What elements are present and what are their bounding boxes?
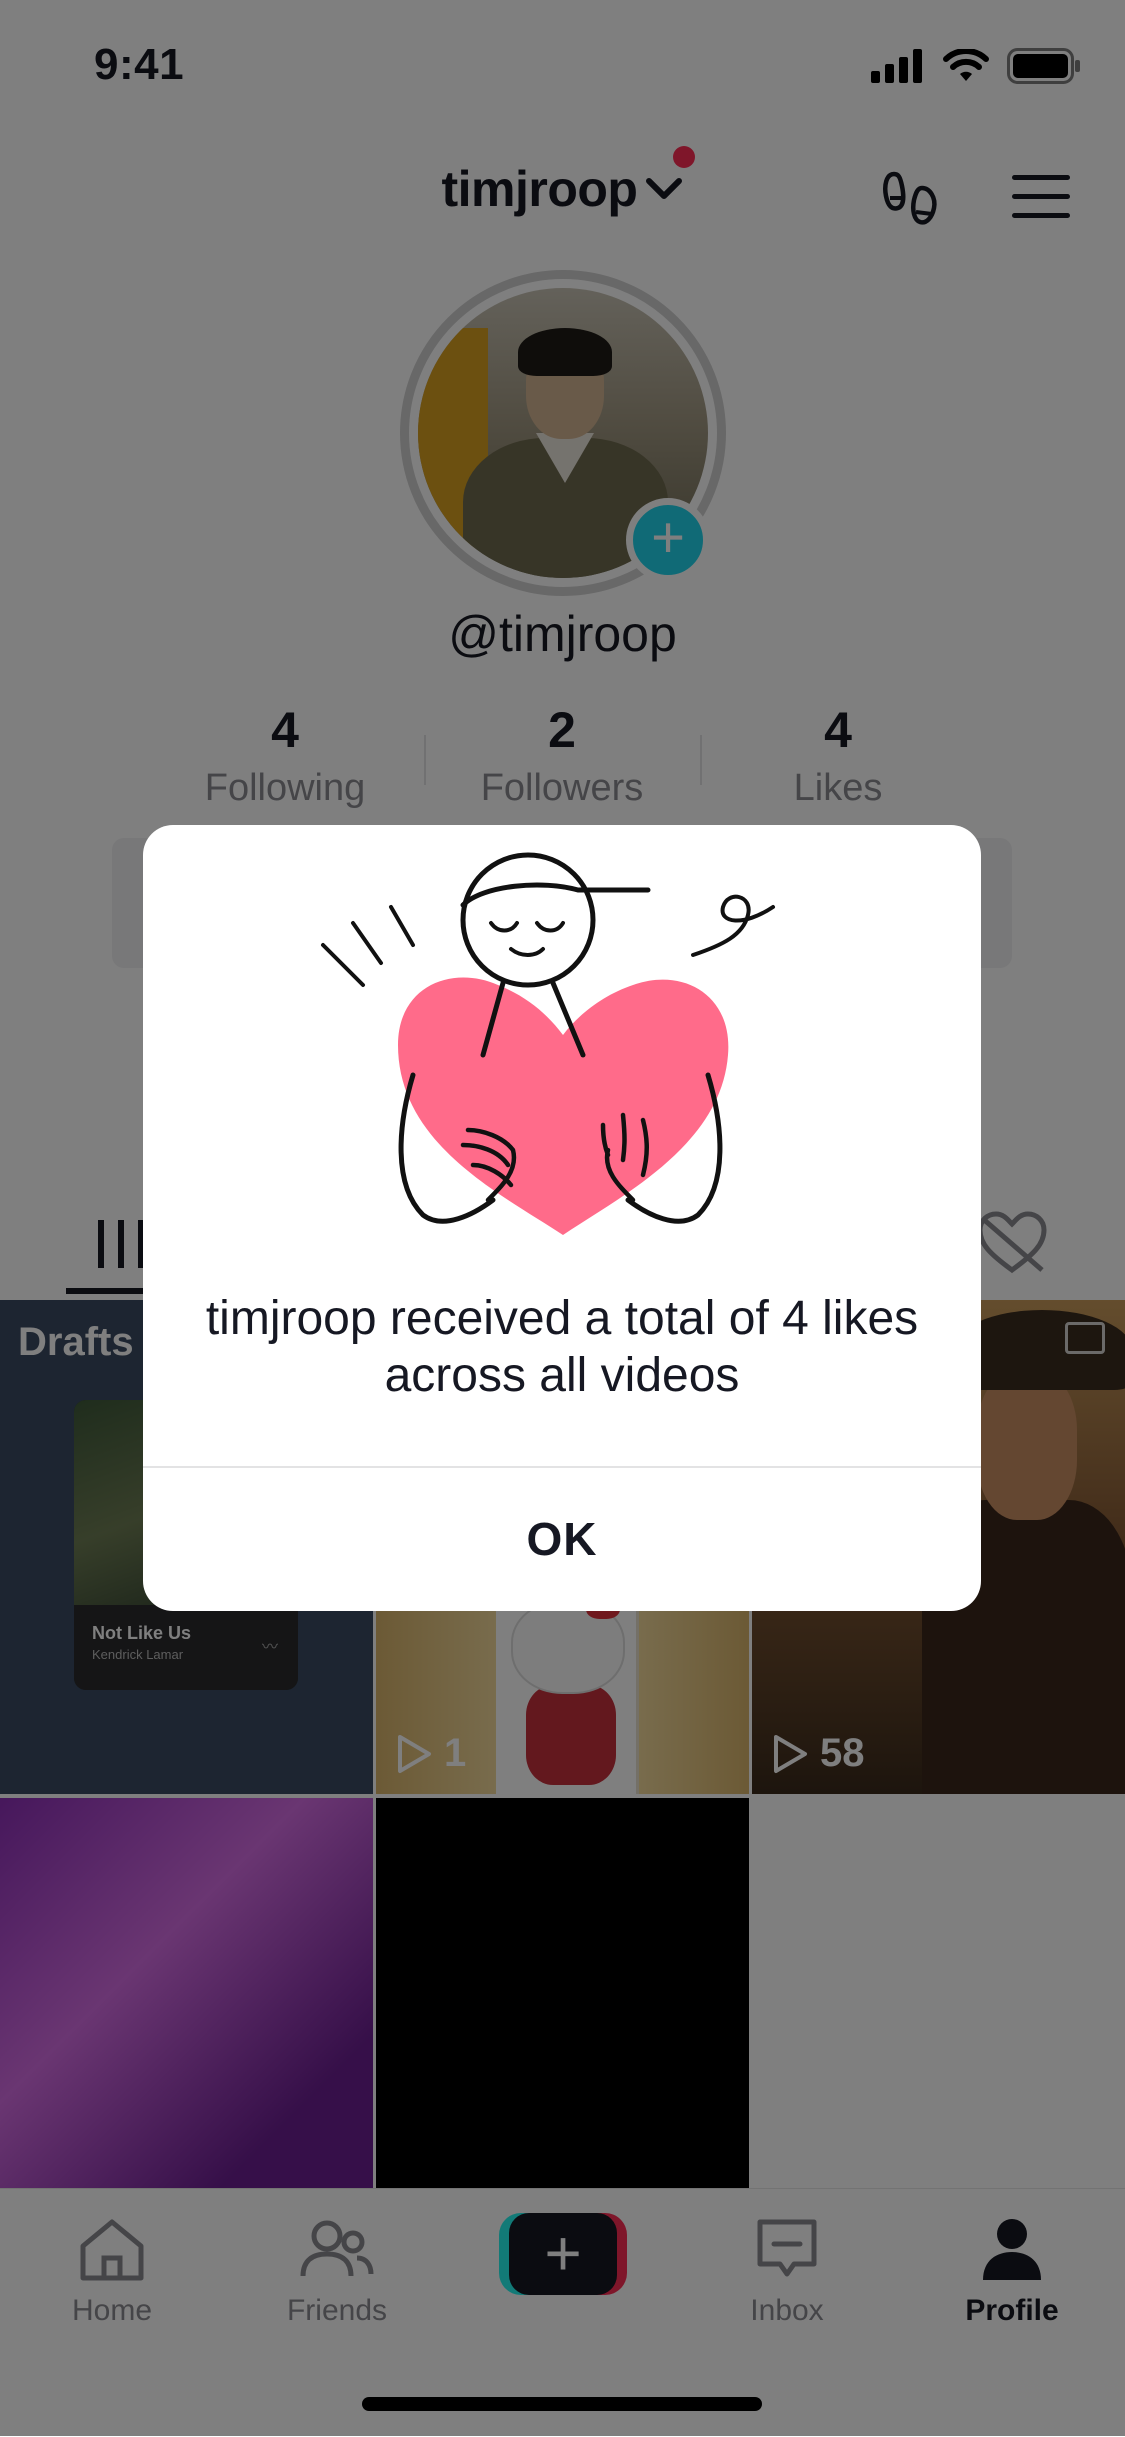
heart-hug-illustration bbox=[321, 852, 775, 1235]
dialog-message: timjroop received a total of 4 likes acr… bbox=[205, 1292, 919, 1402]
ok-button[interactable]: OK bbox=[143, 1468, 981, 1611]
likes-dialog: timjroop received a total of 4 likes acr… bbox=[143, 825, 981, 1611]
